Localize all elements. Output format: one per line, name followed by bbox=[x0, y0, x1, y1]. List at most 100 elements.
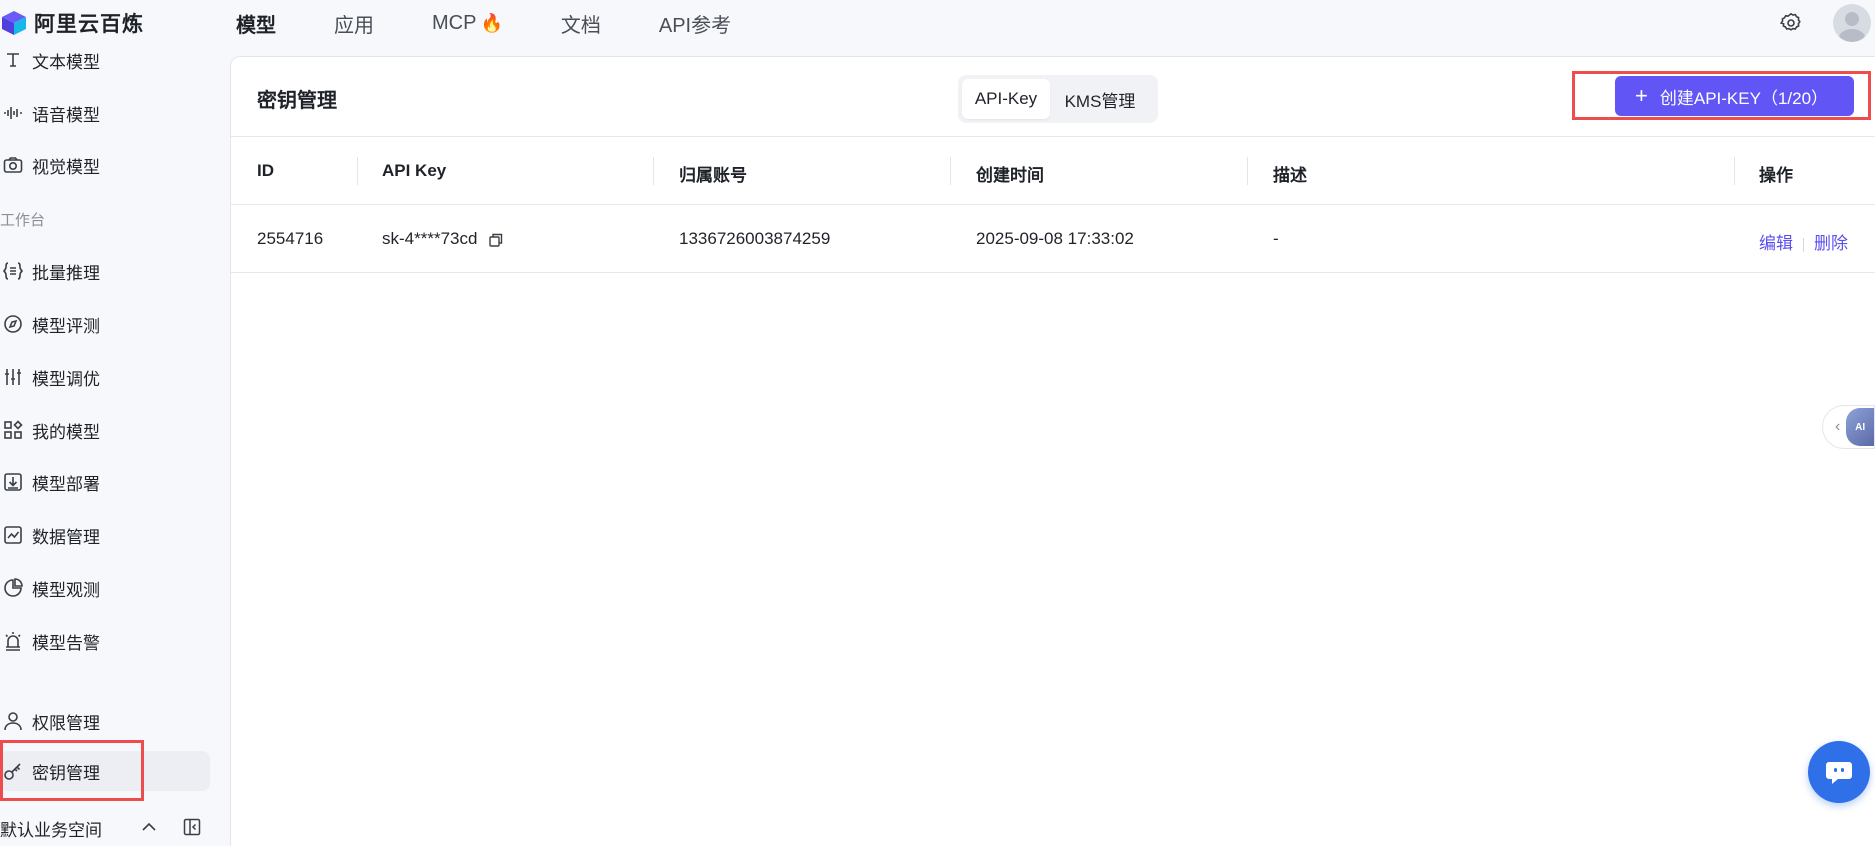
create-api-key-button[interactable]: + 创建API-KEY（1/20） bbox=[1615, 76, 1854, 116]
sidebar-item-label: 模型调优 bbox=[32, 369, 100, 389]
nav-apps-label: 应用 bbox=[334, 14, 374, 37]
column-header-account: 归属账号 bbox=[679, 166, 747, 185]
column-divider bbox=[357, 157, 358, 185]
sidebar-item-model-evaluation[interactable]: 模型评测 bbox=[0, 304, 210, 344]
chevron-left-icon: ‹ bbox=[1835, 418, 1841, 435]
nav-api-reference[interactable]: API参考 bbox=[659, 9, 731, 38]
table-header: ID API Key 归属账号 创建时间 描述 操作 bbox=[231, 137, 1875, 205]
column-divider bbox=[950, 157, 951, 185]
cell-account: 1336726003874259 bbox=[679, 229, 831, 248]
text-model-icon bbox=[2, 49, 24, 71]
action-divider bbox=[1803, 237, 1804, 252]
main-panel: 密钥管理 API-Key KMS管理 + 创建API-KEY（1/20） ID … bbox=[230, 56, 1875, 846]
cell-actions: 编辑 删除 bbox=[1759, 229, 1848, 254]
sidebar-group-workbench: 工作台 bbox=[0, 212, 46, 229]
chevron-up-icon[interactable] bbox=[140, 818, 158, 836]
sidebar: 文本模型 语音模型 视觉模型 工作台 批量推理 模型评测 模型调优 我的模型 模… bbox=[0, 46, 230, 846]
column-header-actions: 操作 bbox=[1759, 166, 1793, 185]
column-header-id: ID bbox=[257, 161, 274, 180]
api-key-value: sk-4****73cd bbox=[382, 229, 478, 248]
sidebar-item-model-alarm[interactable]: 模型告警 bbox=[0, 621, 210, 661]
page-title: 密钥管理 bbox=[257, 90, 337, 112]
nav-models[interactable]: 模型 bbox=[236, 9, 276, 38]
nav-api-reference-label: API参考 bbox=[658, 14, 732, 37]
sidebar-item-model-deploy[interactable]: 模型部署 bbox=[0, 462, 210, 502]
grid-icon bbox=[2, 419, 24, 441]
nav-docs[interactable]: 文档 bbox=[561, 9, 601, 38]
tab-api-key[interactable]: API-Key bbox=[962, 79, 1050, 119]
help-chat-button[interactable] bbox=[1808, 741, 1870, 803]
workspace-switcher[interactable]: 默认业务空间 bbox=[0, 810, 210, 846]
copy-icon[interactable] bbox=[488, 232, 504, 248]
nav-docs-label: 文档 bbox=[560, 14, 601, 37]
top-navigation: 阿里云百炼 模型 应用 MCP 🔥 文档 API参考 bbox=[0, 0, 1875, 46]
sidebar-item-key-management[interactable]: 密钥管理 bbox=[0, 751, 210, 791]
edit-link[interactable]: 编辑 bbox=[1759, 234, 1793, 253]
page-header: 密钥管理 API-Key KMS管理 + 创建API-KEY（1/20） bbox=[231, 57, 1875, 137]
sidebar-item-label: 密钥管理 bbox=[32, 763, 100, 783]
table-row: 2554716 sk-4****73cd 1336726003874259 20… bbox=[231, 205, 1875, 273]
cell-desc: - bbox=[1273, 229, 1279, 248]
sidebar-item-speech-model[interactable]: 语音模型 bbox=[0, 93, 210, 133]
cell-id: 2554716 bbox=[257, 229, 324, 248]
delete-link[interactable]: 删除 bbox=[1814, 234, 1848, 253]
nav-apps[interactable]: 应用 bbox=[334, 9, 374, 38]
sidebar-item-batch-inference[interactable]: 批量推理 bbox=[0, 251, 210, 291]
ai-badge: AI bbox=[1846, 408, 1874, 446]
alarm-icon bbox=[2, 630, 24, 652]
sidebar-item-model-observe[interactable]: 模型观测 bbox=[0, 568, 210, 608]
column-header-api-key: API Key bbox=[382, 161, 447, 180]
sidebar-item-data-management[interactable]: 数据管理 bbox=[0, 515, 210, 555]
sliders-icon bbox=[2, 366, 24, 388]
camera-icon bbox=[2, 154, 24, 176]
key-icon bbox=[2, 760, 24, 782]
sidebar-item-label: 数据管理 bbox=[32, 527, 100, 547]
nav-mcp[interactable]: MCP 🔥 bbox=[432, 12, 503, 35]
brand-name: 阿里云百炼 bbox=[34, 13, 144, 36]
cell-created: 2025-09-08 17:33:02 bbox=[976, 229, 1134, 248]
sidebar-item-label: 模型评测 bbox=[32, 316, 100, 336]
waveform-icon bbox=[2, 102, 24, 124]
sidebar-item-label: 我的模型 bbox=[32, 422, 100, 442]
batch-icon bbox=[2, 260, 24, 282]
ai-assistant-toggle[interactable]: ‹ AI bbox=[1822, 405, 1875, 449]
tab-kms[interactable]: KMS管理 bbox=[1050, 79, 1150, 119]
fire-icon: 🔥 bbox=[480, 12, 503, 33]
column-header-desc: 描述 bbox=[1273, 166, 1307, 185]
nav-models-label: 模型 bbox=[236, 14, 276, 37]
sidebar-item-label: 批量推理 bbox=[32, 263, 100, 283]
column-header-created: 创建时间 bbox=[976, 166, 1044, 185]
sidebar-item-model-tuning[interactable]: 模型调优 bbox=[0, 357, 210, 397]
sidebar-item-label: 模型观测 bbox=[32, 580, 100, 600]
workspace-name: 默认业务空间 bbox=[0, 820, 102, 840]
sidebar-item-text-model[interactable]: 文本模型 bbox=[0, 40, 210, 80]
sidebar-item-label: 权限管理 bbox=[32, 713, 100, 733]
sidebar-item-vision-model[interactable]: 视觉模型 bbox=[0, 145, 210, 185]
main-nav: 模型 应用 MCP 🔥 文档 API参考 bbox=[236, 0, 789, 46]
sidebar-item-my-models[interactable]: 我的模型 bbox=[0, 410, 210, 450]
top-right-actions bbox=[1779, 0, 1875, 46]
sidebar-item-label: 文本模型 bbox=[32, 52, 100, 72]
create-api-key-label: 创建API-KEY（1/20） bbox=[1659, 88, 1829, 108]
cell-api-key: sk-4****73cd bbox=[382, 229, 504, 249]
column-divider bbox=[1734, 157, 1735, 185]
sidebar-item-label: 视觉模型 bbox=[32, 157, 100, 177]
user-icon bbox=[2, 710, 24, 732]
column-divider bbox=[653, 157, 654, 185]
tab-switcher: API-Key KMS管理 bbox=[958, 75, 1158, 123]
pie-icon bbox=[2, 577, 24, 599]
column-divider bbox=[1247, 157, 1248, 185]
collapse-sidebar-icon[interactable] bbox=[183, 818, 201, 836]
compass-icon bbox=[2, 313, 24, 335]
gear-icon[interactable] bbox=[1779, 11, 1803, 35]
chart-icon bbox=[2, 524, 24, 546]
sidebar-item-label: 模型告警 bbox=[32, 633, 100, 653]
nav-mcp-label: MCP bbox=[432, 11, 477, 34]
chat-bot-icon bbox=[1826, 762, 1852, 784]
brand-logo-icon bbox=[2, 11, 26, 35]
sidebar-item-permissions[interactable]: 权限管理 bbox=[0, 701, 210, 741]
sidebar-item-label: 模型部署 bbox=[32, 474, 100, 494]
avatar[interactable] bbox=[1833, 4, 1871, 42]
avatar-person-icon bbox=[1839, 12, 1865, 42]
plus-icon: + bbox=[1635, 83, 1648, 108]
